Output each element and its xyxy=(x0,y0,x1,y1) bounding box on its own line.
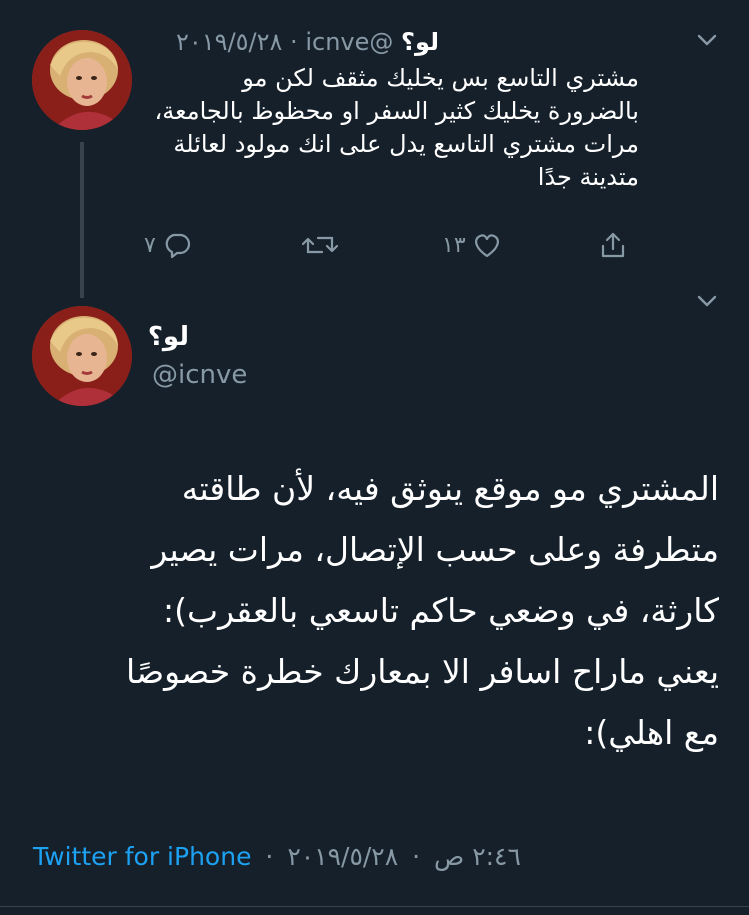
reply-count: ٧ xyxy=(144,232,156,258)
share-action[interactable] xyxy=(598,228,628,262)
separator-dot: · xyxy=(412,842,421,871)
tweet-date: ٢٠١٩/٥/٢٨ xyxy=(287,842,399,871)
display-name[interactable]: لو؟ xyxy=(148,322,189,352)
tweet-date[interactable]: ٢٠١٩/٥/٢٨ xyxy=(176,28,282,56)
like-action[interactable]: ١٣ xyxy=(442,228,502,262)
tweet-time: ٢:٤٦ ص xyxy=(434,842,521,871)
share-icon xyxy=(601,232,625,258)
like-icon xyxy=(474,234,499,258)
tweet-text: المشتري مو موقع ينوثق فيه، لأن طاقته متط… xyxy=(19,458,719,763)
display-name[interactable]: لو؟ xyxy=(401,28,439,56)
tweet-text-line: بالضرورة يخليك كثير السفر او محظوظ بالجا… xyxy=(154,97,639,125)
reply-icon xyxy=(165,233,190,259)
tweet-text-line: متطرفة وعلى حسب الإتصال، مرات يصير xyxy=(151,530,719,569)
tweet-text-line: مع اهلي): xyxy=(584,713,719,752)
divider xyxy=(0,906,749,907)
tweet-text-line: كارثة، في وضعي حاكم تاسعي بالعقرب): xyxy=(163,591,719,630)
chevron-down-icon[interactable] xyxy=(697,33,717,47)
source-link[interactable]: Twitter for iPhone xyxy=(33,842,251,871)
retweet-action[interactable] xyxy=(302,228,344,262)
tweet-footer: Twitter for iPhone · ٢٠١٩/٥/٢٨ · ٢:٤٦ ص xyxy=(33,842,521,871)
avatar[interactable] xyxy=(32,306,132,406)
retweet-icon xyxy=(302,236,338,254)
tweet-text-line: المشتري مو موقع ينوثق فيه، لأن طاقته xyxy=(181,469,719,508)
avatar-image xyxy=(32,306,132,406)
separator-dot: · xyxy=(265,842,274,871)
chevron-down-icon[interactable] xyxy=(697,294,717,308)
separator-dot: · xyxy=(290,28,298,56)
tweet-header: لو؟ @icnve · ٢٠١٩/٥/٢٨ xyxy=(176,28,439,56)
tweet-thread: لو؟ @icnve · ٢٠١٩/٥/٢٨ مشتري التاسع بس ي… xyxy=(0,0,749,915)
tweet-text-line: يعني ماراح اسافر الا بمعارك خطرة خصوصًا xyxy=(126,652,719,691)
handle[interactable]: @icnve xyxy=(152,360,247,390)
tweet-text-line: مرات مشتري التاسع يدل على انك مولود لعائ… xyxy=(173,130,639,158)
tweet-text: مشتري التاسع بس يخليك مثقف لكن مو بالضرو… xyxy=(39,62,639,194)
tweet-text-line: متدينة جدًا xyxy=(537,163,639,191)
reply-action[interactable]: ٧ xyxy=(144,228,192,262)
tweet-text-line: مشتري التاسع بس يخليك مثقف لكن مو xyxy=(242,64,639,92)
like-count: ١٣ xyxy=(442,232,466,258)
handle[interactable]: @icnve xyxy=(305,28,393,56)
